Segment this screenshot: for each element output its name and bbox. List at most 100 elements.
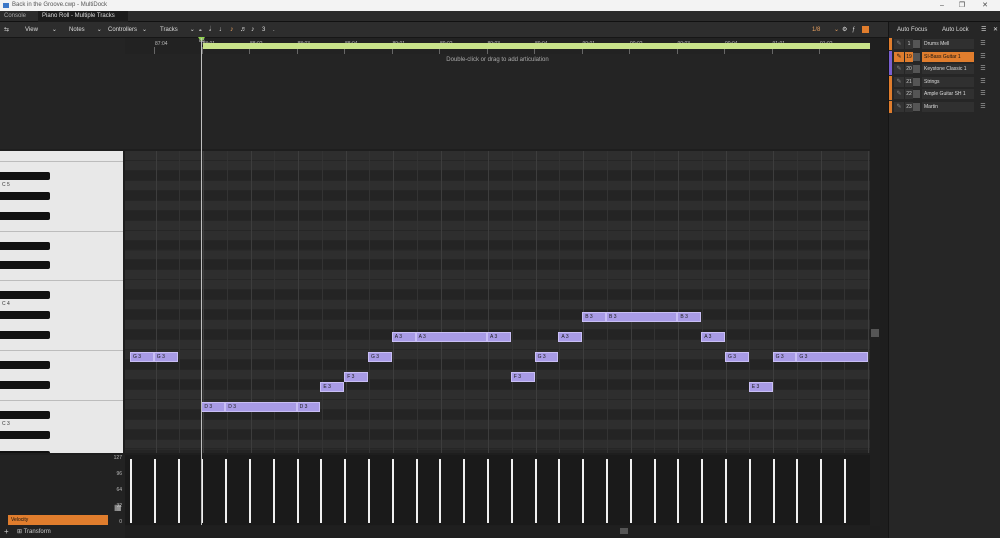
velocity-bar[interactable] [606,459,608,523]
note-g3[interactable]: G 3 [534,351,559,362]
black-key[interactable] [0,331,50,340]
pencil-icon[interactable]: ✎ [894,39,904,49]
auto-lock-button[interactable]: Auto Lock [942,25,969,35]
note-a3[interactable]: A 3 [701,332,725,343]
note-d3[interactable]: D 3 [296,401,321,412]
velocity-bar[interactable] [225,459,228,523]
sixteenth-note-icon[interactable]: ♬ [240,22,247,38]
vertical-scrollbar[interactable] [870,38,880,526]
velocity-bar[interactable] [629,459,632,523]
loop-region[interactable] [203,43,870,49]
velocity-bar[interactable] [130,459,132,523]
black-key[interactable] [0,261,50,270]
lane-tools-icon[interactable]: ▦ [114,503,122,512]
black-key[interactable] [0,311,50,320]
snap-dropdown-icon[interactable]: ⌄ [834,22,839,38]
black-key[interactable] [0,291,50,300]
transform-tab[interactable]: ⊞ Transform [17,528,51,535]
note-a3[interactable]: A 3 [415,332,487,343]
tab-piano-roll[interactable]: Piano Roll - Multiple Tracks ✕ [38,11,128,30]
fx-icon[interactable]: ƒ [852,22,855,38]
black-key[interactable] [0,380,50,389]
track-row[interactable]: ✎ 23 Martin ☰ [889,100,1000,113]
note-g3[interactable]: G 3 [130,351,154,362]
note-g3[interactable]: G 3 [153,351,178,362]
velocity-bar[interactable] [368,459,370,523]
velocity-bar[interactable] [296,459,299,523]
note-a3[interactable]: A 3 [391,332,416,343]
note-d3[interactable]: D 3 [201,401,226,412]
track-menu-icon[interactable]: ☰ [978,103,988,111]
thirtysecond-note-icon[interactable]: ♪ [251,22,255,38]
add-lane-icon[interactable]: + [4,527,9,536]
note-e3[interactable]: E 3 [320,381,345,392]
track-row[interactable]: ✎ 21 Strings ☰ [889,75,1000,88]
velocity-lane-button[interactable]: Velocity [8,515,108,525]
articulation-lane[interactable]: Double-click or drag to add articulation [125,54,870,149]
note-grid[interactable]: G 3G 3D 3D 3D 3E 3F 3G 3A 3A 3A 3F 3G 3A… [125,151,870,453]
auto-focus-button[interactable]: Auto Focus [897,25,927,35]
velocity-bar[interactable] [772,459,775,523]
black-key[interactable] [0,450,50,453]
velocity-bar[interactable] [463,459,466,523]
pencil-icon[interactable]: ✎ [894,76,904,87]
velocity-bar[interactable] [653,459,656,523]
track-row[interactable]: ✎ 1 Drums Mell ☰ [889,38,1000,50]
velocity-bar[interactable] [844,459,846,523]
back-arrow-icon[interactable]: ⇆ [4,22,9,38]
track-row[interactable]: ✎ 22 Ample Guitar SH 1 ☰ [889,88,1000,100]
note-e3[interactable]: E 3 [748,381,773,392]
piano-keyboard[interactable]: C 5 C 4 C 3 [0,151,123,453]
velocity-bar[interactable] [820,459,823,523]
velocity-bar[interactable] [344,459,347,523]
velocity-bar[interactable] [487,459,489,523]
half-note-icon[interactable]: 𝅗𝅥 [209,22,211,38]
track-menu-icon[interactable]: ☰ [978,65,988,73]
velocity-bar[interactable] [391,459,394,523]
note-f3[interactable]: F 3 [510,371,535,382]
maximize-button[interactable]: ❐ [955,1,969,10]
velocity-bar[interactable] [558,459,561,523]
note-b3[interactable]: B 3 [606,312,678,323]
track-row[interactable]: ✎ 19 SI-Bass Guitar 1 ☰ [889,50,1000,63]
velocity-bar[interactable] [272,459,275,523]
close-window-button[interactable]: ✕ [978,1,992,10]
velocity-bar[interactable] [510,459,513,523]
velocity-bar[interactable] [177,459,180,523]
black-key[interactable] [0,410,50,419]
velocity-bar[interactable] [796,459,799,523]
pencil-icon[interactable]: ✎ [894,51,904,62]
settings-icon[interactable]: ⚙ [842,22,847,38]
velocity-bar[interactable] [153,459,156,523]
pencil-icon[interactable]: ✎ [894,64,904,74]
note-g3[interactable]: G 3 [368,351,392,362]
quarter-note-icon[interactable]: ♩ [219,22,226,38]
note-g3[interactable]: G 3 [796,351,868,362]
velocity-lane[interactable] [125,455,870,525]
note-g3[interactable]: G 3 [772,351,797,362]
note-b3[interactable]: B 3 [582,312,606,323]
filter-icon[interactable]: ☰ [981,25,986,35]
close-pane-icon[interactable]: ✕ [993,25,998,35]
controllers-menu[interactable]: Controllers ⌄ [108,22,147,38]
minimize-button[interactable]: – [935,1,949,10]
note-g3[interactable]: G 3 [725,351,749,362]
triplet-button[interactable]: 3 [262,22,265,38]
snap-value[interactable]: 1/8 [812,22,820,38]
track-menu-icon[interactable]: ☰ [978,90,988,98]
velocity-bar[interactable] [534,459,537,523]
track-menu-icon[interactable]: ☰ [978,40,988,48]
velocity-bar[interactable] [415,459,418,523]
black-key[interactable] [0,171,50,180]
black-key[interactable] [0,360,50,369]
velocity-bar[interactable] [582,459,585,523]
velocity-bar[interactable] [320,459,323,523]
view-menu[interactable]: View ⌄ [25,22,57,38]
note-f3[interactable]: F 3 [344,371,368,382]
tab-console[interactable]: Console [0,11,30,22]
record-toggle-icon[interactable] [862,26,869,33]
note-d3[interactable]: D 3 [225,401,297,412]
velocity-bar[interactable] [701,459,704,523]
track-row[interactable]: ✎ 20 Keystone Classic 1 ☰ [889,63,1000,75]
track-menu-icon[interactable]: ☰ [978,53,988,61]
